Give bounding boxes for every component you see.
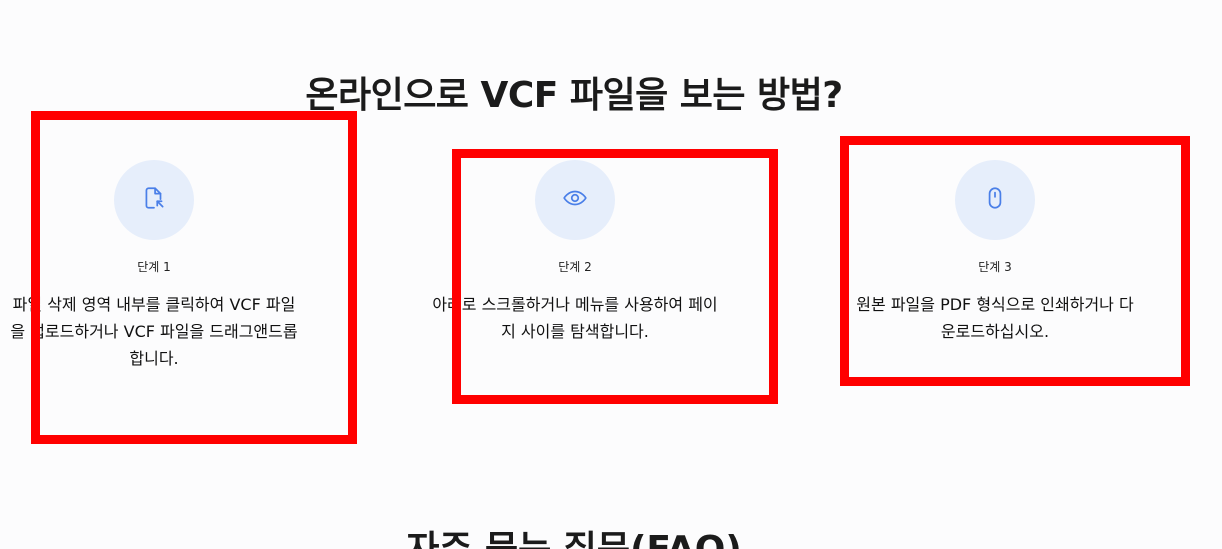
eye-icon [562,185,588,215]
step-card-1: 단계 1 파일 삭제 영역 내부를 클릭하여 VCF 파일을 업로드하거나 VC… [4,160,304,372]
faq-title: 자주 묻는 질문(FAQ) [0,520,1148,549]
step-1-label: 단계 1 [137,260,171,274]
step-3-description: 원본 파일을 PDF 형식으로 인쇄하거나 다운로드하십시오. [856,295,1134,341]
how-to-title: 온라인으로 VCF 파일을 보는 방법? [305,75,843,116]
step-card-3: 단계 3 원본 파일을 PDF 형식으로 인쇄하거나 다운로드하십시오. [845,160,1145,345]
page: 온라인으로 VCF 파일을 보는 방법? 단계 1 파일 삭제 영역 내부를 클… [0,0,1222,549]
step-1-icon-circle [114,160,194,240]
step-2-description: 아래로 스크롤하거나 메뉴를 사용하여 페이지 사이를 탐색합니다. [432,295,718,341]
mouse-icon [982,185,1008,215]
step-1-description: 파일 삭제 영역 내부를 클릭하여 VCF 파일을 업로드하거나 VCF 파일을… [10,295,298,368]
step-2-label: 단계 2 [558,260,592,274]
step-2-icon-circle [535,160,615,240]
file-click-icon [141,185,167,215]
step-3-icon-circle [955,160,1035,240]
step-card-2: 단계 2 아래로 스크롤하거나 메뉴를 사용하여 페이지 사이를 탐색합니다. [425,160,725,345]
step-3-label: 단계 3 [978,260,1012,274]
